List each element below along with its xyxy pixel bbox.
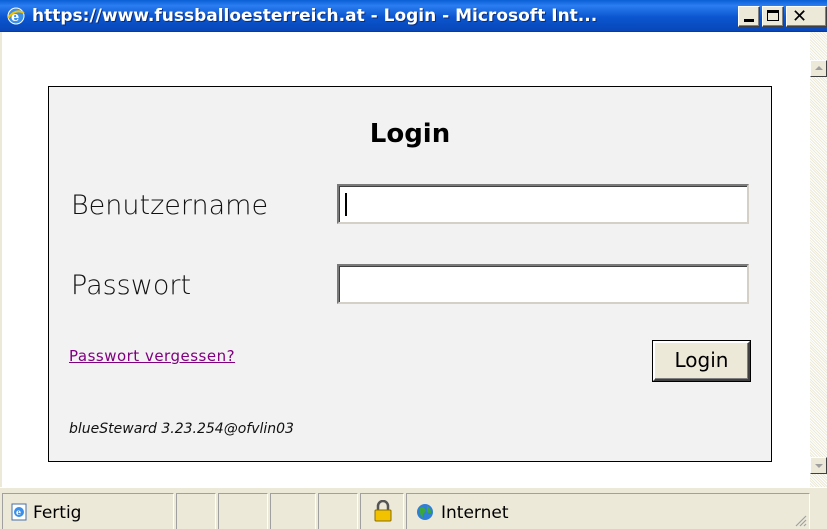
window-title: https://www.fussballoesterreich.at - Log… xyxy=(32,6,598,26)
browser-viewport: Login Benutzername Passwort Passwort ver… xyxy=(0,32,810,487)
maximize-icon xyxy=(767,10,779,21)
ie-page-icon: e xyxy=(11,503,27,521)
lock-icon xyxy=(374,500,392,522)
status-pane-security[interactable] xyxy=(360,493,404,529)
close-button[interactable]: ✕ xyxy=(786,6,827,27)
close-icon: ✕ xyxy=(792,6,808,27)
username-label: Benutzername xyxy=(71,190,269,221)
login-button[interactable]: Login xyxy=(653,341,750,381)
maximize-button[interactable] xyxy=(762,6,784,27)
status-bar: e Fertig Internet xyxy=(0,487,827,529)
status-pane xyxy=(218,493,268,529)
login-heading: Login xyxy=(369,119,451,149)
version-text: blueSteward 3.23.254@ofvlin03 xyxy=(69,421,294,437)
status-text: Fertig xyxy=(33,503,82,523)
minimize-button[interactable] xyxy=(738,6,760,27)
username-field[interactable] xyxy=(337,184,749,224)
ie-icon: e xyxy=(7,7,25,25)
arrow-down-icon xyxy=(815,464,823,468)
status-pane xyxy=(318,493,358,529)
password-label: Passwort xyxy=(71,270,192,301)
globe-icon xyxy=(417,504,433,520)
status-pane-zone[interactable]: Internet xyxy=(406,493,810,529)
scroll-down-button[interactable] xyxy=(810,457,827,474)
svg-text:e: e xyxy=(16,507,21,517)
text-caret xyxy=(345,193,347,216)
arrow-up-icon xyxy=(815,66,823,70)
zone-text: Internet xyxy=(441,503,509,523)
vertical-scrollbar[interactable] xyxy=(810,32,827,487)
minimize-icon xyxy=(744,19,754,22)
forgot-password-link[interactable]: Passwort vergessen? xyxy=(69,347,235,365)
status-pane-main: e Fertig xyxy=(2,493,174,529)
status-pane xyxy=(270,493,316,529)
window-titlebar[interactable]: e https://www.fussballoesterreich.at - L… xyxy=(0,0,827,32)
password-field[interactable] xyxy=(337,264,749,304)
login-panel: Login Benutzername Passwort Passwort ver… xyxy=(48,86,772,462)
resize-grip-icon[interactable] xyxy=(793,513,807,527)
scroll-up-button[interactable] xyxy=(810,60,827,77)
status-pane xyxy=(176,493,216,529)
